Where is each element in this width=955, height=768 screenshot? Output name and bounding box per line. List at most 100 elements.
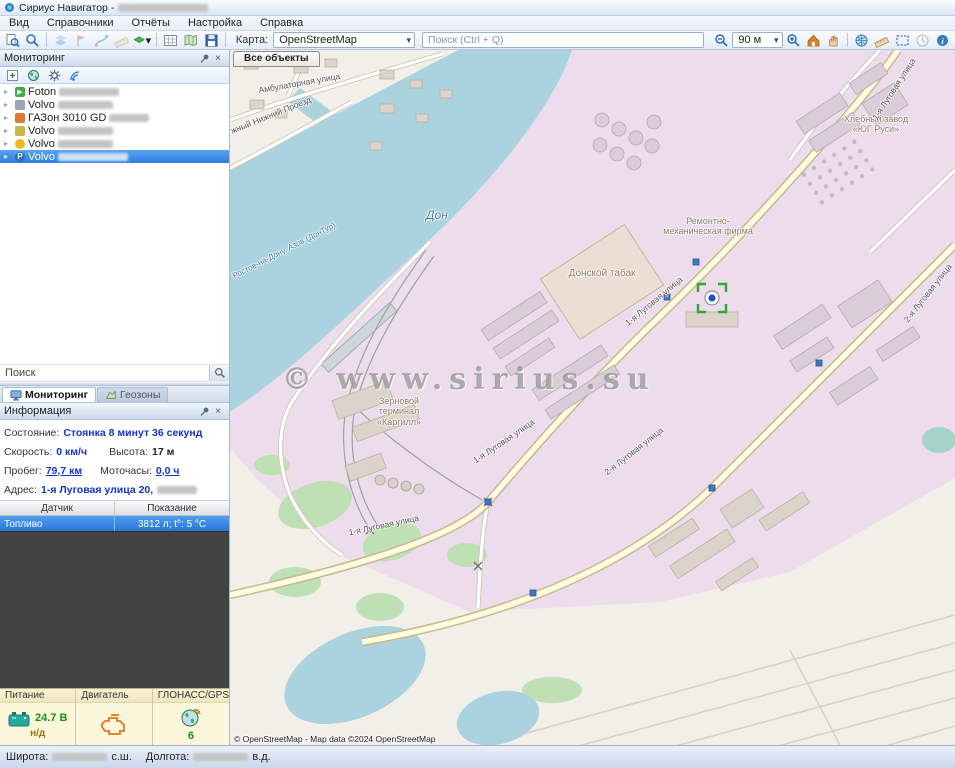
vehicle-label: Volvo [28,138,55,150]
flag-tool-button[interactable] [72,32,91,49]
expander-icon[interactable]: ▸ [4,87,12,96]
globe-view-button[interactable] [852,32,871,49]
engine-icon [99,712,129,736]
expander-icon[interactable]: ▸ [4,152,12,161]
power-value: 24.7 В [35,712,67,724]
map-viewport[interactable]: Амбулаторная улица жный Нижний Проезд До… [230,50,955,745]
map-river-label: Дон [426,208,448,222]
track-tool-button[interactable] [92,32,111,49]
vehicle-status-icon [15,126,25,136]
close-icon[interactable]: × [211,52,225,65]
tab-monitoring-label: Мониторинг [25,389,88,401]
pin-icon[interactable] [197,52,211,65]
map-area-label-repair: Ремонтно-механическая фирма [662,216,754,237]
menu-otchety[interactable]: Отчёты [123,16,179,30]
map-sheet-button[interactable] [181,32,200,49]
zoom-out-button[interactable] [712,32,731,49]
selected-vehicle-marker[interactable] [696,282,728,314]
vehicle-row-volvo-1[interactable]: ▸ Volvo [0,98,229,111]
signal-status-button[interactable] [66,68,85,83]
sensor-name: Топливо [0,516,115,532]
find-on-map-button[interactable] [3,32,22,49]
gauge-gps-title: ГЛОНАСС/GPS [153,689,229,703]
gauge-engine-title: Двигатель [76,689,151,703]
history-time-button[interactable] [913,32,932,49]
menu-spravochniki[interactable]: Справочники [38,16,123,30]
map-scale-value: 90 м [738,34,761,46]
toolbar: ▾ Карта: OpenStreetMap ▾ 90 м ▾ i [0,31,955,50]
expander-icon[interactable]: ▸ [4,113,12,122]
map-scale-select[interactable]: 90 м ▾ [732,32,782,48]
window-title: Сириус Навигатор - [19,2,114,14]
tab-geozones-label: Геозоны [120,389,160,401]
menu-vid[interactable]: Вид [0,16,38,30]
vehicle-row-volvo-2[interactable]: ▸ Volvo [0,124,229,137]
toolbar-separator [225,33,226,47]
sensor-col-value[interactable]: Показание [115,501,229,515]
tree-search-label: Поиск [0,367,209,379]
sensor-col-name[interactable]: Датчик [0,501,115,515]
vehicle-row-gazon[interactable]: ▸ ГАЗон 3010 GD [0,111,229,124]
map-attribution: © OpenStreetMap - Map data ©2024 OpenStr… [234,734,436,744]
map-tab-strip: Все объекты [233,51,320,67]
green-layers-icon [133,33,145,48]
address-label: Адрес: [4,484,37,496]
altitude-value: 17 м [152,446,174,458]
layers-tool-button[interactable] [51,32,70,49]
green-globe-icon [27,69,40,82]
home-view-button[interactable] [804,32,823,49]
pin-icon[interactable] [197,405,211,418]
save-icon [204,33,219,48]
vehicle-tree: ▸ ▶ Foton ▸ Volvo ▸ ГАЗон 3010 GD [0,84,229,364]
search-icon [214,367,226,379]
ruler-button[interactable] [872,32,891,49]
vehicle-status-icon [15,139,25,149]
expand-all-button[interactable] [3,68,22,83]
zoom-in-button[interactable] [784,32,803,49]
vehicle-label: ГАЗон 3010 GD [28,112,106,124]
map-provider-select[interactable]: OpenStreetMap ▾ [273,32,415,48]
map-canvas[interactable] [230,50,955,745]
watermark: © www.sirius.su [282,362,656,397]
signal-icon [69,69,82,82]
vehicle-row-foton[interactable]: ▸ ▶ Foton [0,85,229,98]
map-area-label-terminal: Зерновой терминал «Каргилл» [358,396,440,427]
monitoring-panel-title: Мониторинг [4,52,197,64]
close-icon[interactable]: × [211,405,225,418]
expander-icon[interactable]: ▸ [4,139,12,148]
menu-spravka[interactable]: Справка [251,16,312,30]
mileage-label: Пробег: [4,465,42,477]
selection-frame-icon [895,33,910,48]
export-button[interactable] [202,32,221,49]
mileage-value[interactable]: 79,7 км [46,465,82,477]
sensor-table-header: Датчик Показание [0,501,229,516]
pan-tool-button[interactable] [824,32,843,49]
info-button[interactable]: i [933,32,952,49]
measure-tool-button[interactable] [112,32,131,49]
vehicle-row-volvo-3[interactable]: ▸ Volvo [0,137,229,150]
settings-button[interactable] [45,68,64,83]
redacted-text [59,88,119,96]
grid-view-button[interactable] [161,32,180,49]
select-area-button[interactable] [892,32,911,49]
expander-icon[interactable]: ▸ [4,126,12,135]
sensor-row-fuel[interactable]: Топливо 3812 л; t°: 5 °C [0,516,229,532]
power-extra-value: н/д [30,728,45,739]
vehicle-status-icon: ▶ [15,87,25,97]
sensor-chart-area[interactable] [0,531,229,688]
map-tab-all-objects[interactable]: Все объекты [233,51,320,67]
menu-nastroyka[interactable]: Настройка [179,16,251,30]
map-layers-button[interactable]: ▾ [132,32,152,49]
show-all-on-map-button[interactable] [24,68,43,83]
search-doc-icon [5,33,20,48]
tree-search-button[interactable] [209,365,229,382]
tab-monitoring[interactable]: Мониторинг [2,387,96,402]
vehicle-label: Volvo [28,99,55,111]
hours-value[interactable]: 0,0 ч [156,465,180,477]
search-input[interactable] [422,32,704,48]
vehicle-row-volvo-selected[interactable]: ▸ P Volvo [0,150,229,163]
map-select-label: Карта: [230,34,273,46]
expander-icon[interactable]: ▸ [4,100,12,109]
tab-geozones[interactable]: Геозоны [97,387,168,402]
zoom-search-button[interactable] [23,32,42,49]
